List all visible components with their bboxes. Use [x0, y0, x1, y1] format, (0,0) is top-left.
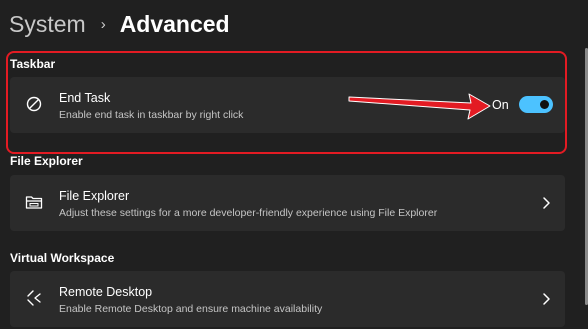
section-title-virtual-workspace: Virtual Workspace: [10, 251, 115, 265]
section-title-file-explorer: File Explorer: [10, 154, 83, 168]
setting-title: Remote Desktop: [59, 285, 153, 299]
remote-desktop-icon: [27, 290, 41, 306]
setting-card-file-explorer[interactable]: File Explorer Adjust these settings for …: [10, 175, 565, 231]
setting-card-remote-desktop[interactable]: Remote Desktop Enable Remote Desktop and…: [10, 271, 565, 327]
setting-description: Adjust these settings for a more develop…: [59, 207, 438, 219]
setting-description: Enable Remote Desktop and ensure machine…: [59, 303, 323, 315]
folder-icon: [25, 196, 43, 209]
chevron-right-icon: [543, 293, 550, 305]
chevron-right-icon: [543, 197, 550, 209]
setting-title: File Explorer: [59, 189, 130, 203]
